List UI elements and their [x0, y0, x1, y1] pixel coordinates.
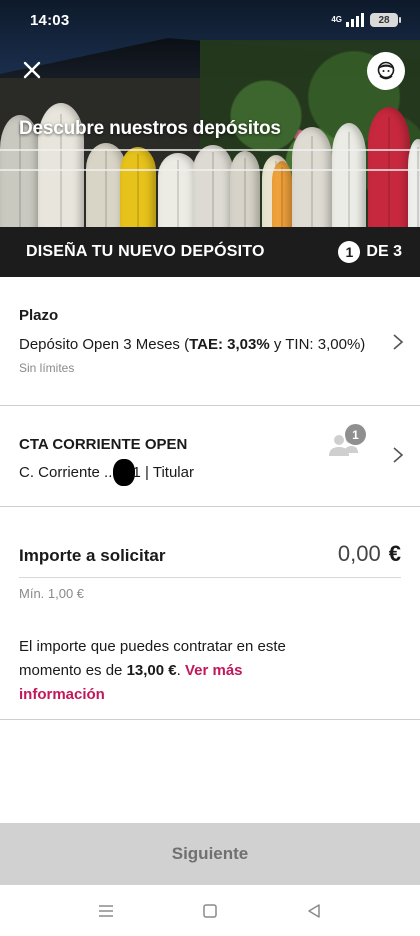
importe-label: Importe a solicitar — [19, 546, 166, 565]
importe-info-amount: 13,00 € — [126, 662, 177, 679]
account-prefix: C. Corriente ... — [19, 464, 117, 481]
battery-icon: 28 — [370, 13, 401, 27]
importe-info: El importe que puedes contratar en este … — [19, 635, 319, 707]
plazo-limits: Sin límites — [19, 361, 75, 375]
network-type: 4G — [331, 15, 342, 24]
status-icons: 4G 28 — [331, 13, 401, 27]
current-step-badge: 1 — [338, 241, 361, 263]
account-suffix: 1 | Titular — [132, 464, 194, 481]
importe-input[interactable]: 0,00 € — [338, 541, 401, 567]
account-detail: C. Corriente ... 1 | Titular — [19, 459, 420, 486]
avatar-button[interactable] — [367, 52, 405, 90]
redaction-mark — [112, 459, 135, 486]
step-counter: 1 DE 3 — [338, 241, 402, 263]
importe-info-dot: . — [176, 662, 185, 679]
surfboards-image — [0, 87, 420, 227]
battery-level: 28 — [378, 14, 390, 26]
recents-button[interactable] — [94, 899, 118, 923]
user-avatar-icon — [377, 61, 395, 80]
importe-row: Importe a solicitar 0,00 € — [19, 541, 401, 567]
close-button[interactable] — [18, 56, 46, 84]
hero-title: Descubre nuestros depósitos — [19, 118, 281, 139]
importe-underline — [19, 577, 401, 578]
importe-value: 0,00 — [337, 541, 381, 566]
importe-currency: € — [388, 541, 401, 566]
total-steps-label: DE 3 — [366, 243, 402, 260]
plazo-title: Plazo — [19, 307, 59, 324]
plazo-selector[interactable]: Plazo Depósito Open 3 Meses (TAE: 3,03% … — [0, 277, 420, 405]
home-button[interactable] — [198, 899, 222, 923]
chevron-right-icon — [393, 334, 404, 350]
menu-icon — [99, 904, 113, 917]
system-navbar — [0, 885, 420, 936]
plazo-tae: TAE: 3,03% — [189, 336, 270, 353]
importe-min: Mín. 1,00 € — [19, 586, 85, 601]
chevron-right-icon — [393, 447, 404, 463]
plazo-tin: y TIN: 3,00%) — [269, 336, 366, 353]
close-icon — [23, 61, 41, 79]
plazo-product-name: Depósito Open 3 Meses ( — [19, 336, 190, 353]
holders-count-badge: 1 — [345, 424, 366, 445]
steps-title: DISEÑA TU NUEVO DEPÓSITO — [26, 243, 265, 260]
divider — [0, 719, 420, 720]
next-button[interactable]: Siguiente — [0, 823, 420, 885]
status-bar: 14:03 4G 28 — [0, 0, 420, 40]
importe-section: Importe a solicitar 0,00 € Mín. 1,00 € E… — [0, 507, 420, 719]
home-square-icon — [203, 903, 217, 918]
back-triangle-icon — [308, 903, 320, 918]
steps-bar: DISEÑA TU NUEVO DEPÓSITO 1 DE 3 — [0, 227, 420, 277]
status-time: 14:03 — [30, 11, 70, 29]
back-button[interactable] — [302, 899, 326, 923]
signal-icon — [346, 13, 364, 27]
plazo-product: Depósito Open 3 Meses (TAE: 3,03% y TIN:… — [19, 336, 420, 353]
